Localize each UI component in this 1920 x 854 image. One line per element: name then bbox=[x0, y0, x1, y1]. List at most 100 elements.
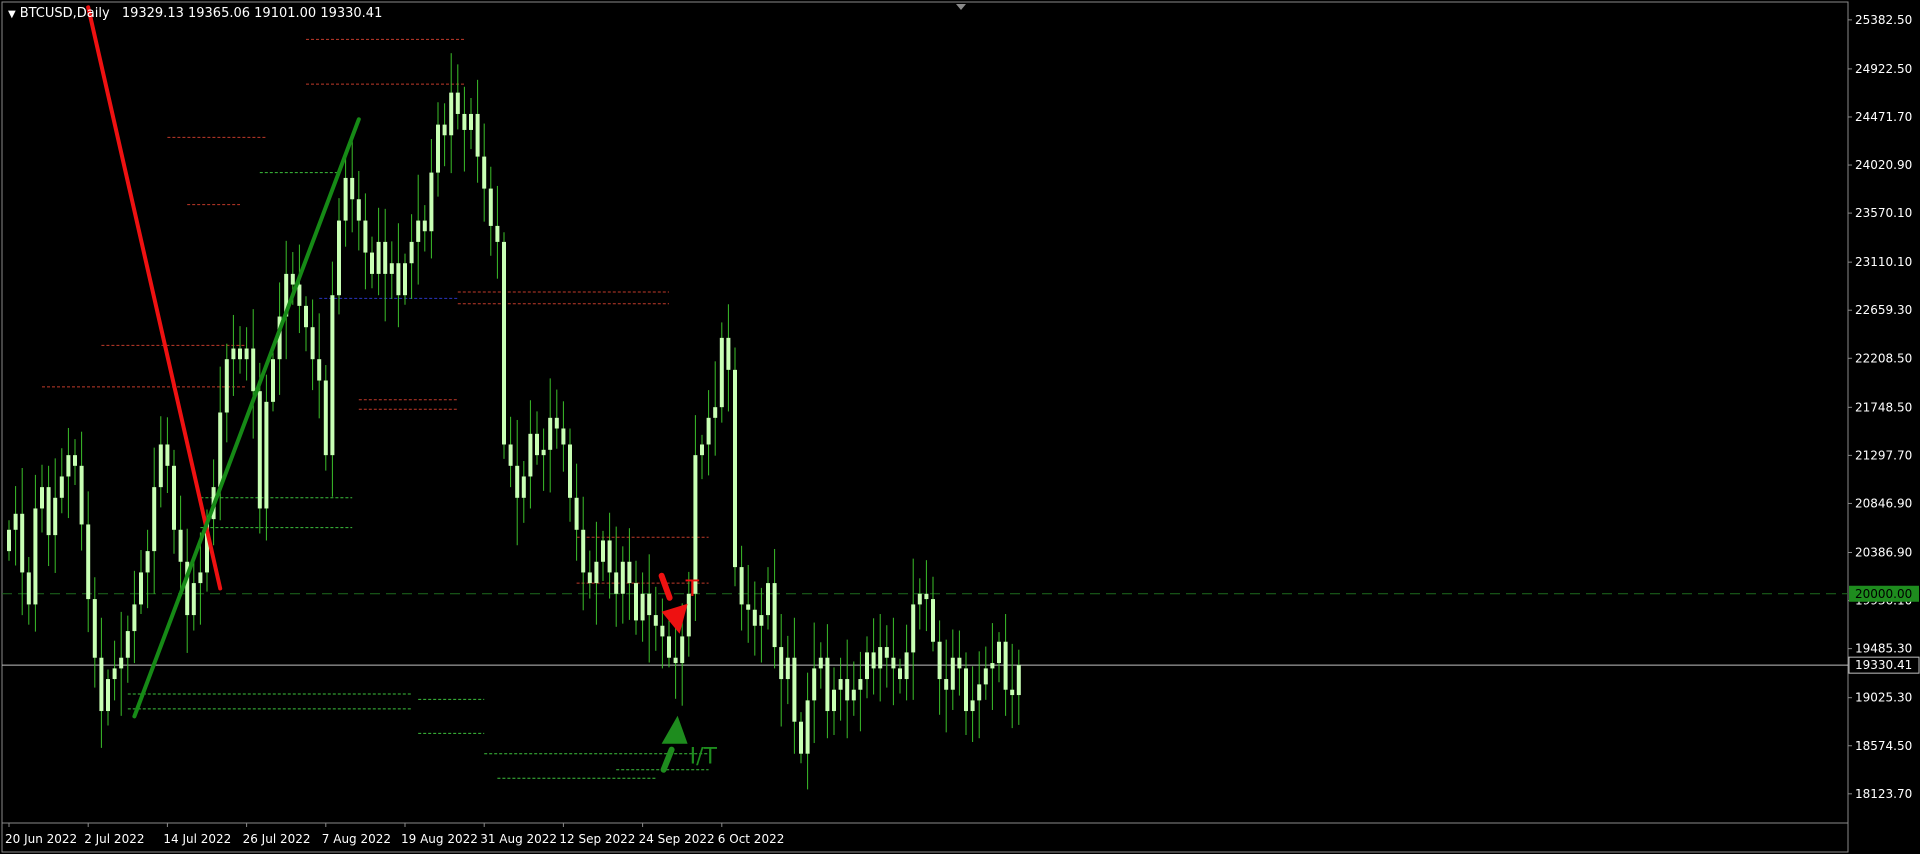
candle-body bbox=[442, 124, 447, 136]
price-tick-label: 23570.10 bbox=[1855, 206, 1912, 220]
price-tick-label: 19485.30 bbox=[1855, 642, 1912, 656]
candle-body bbox=[601, 540, 605, 562]
candle-body bbox=[851, 689, 856, 701]
chart-frame bbox=[1, 1, 1849, 853]
candle-body bbox=[145, 551, 150, 573]
candle-body bbox=[297, 284, 302, 306]
support-resistance-lines bbox=[42, 38, 709, 779]
candle-body bbox=[799, 721, 803, 754]
time-tick-label: 31 Aug 2022 bbox=[480, 832, 557, 846]
candle-body bbox=[739, 567, 744, 605]
candle-body bbox=[647, 593, 652, 616]
candle-body bbox=[964, 668, 968, 712]
candle-body bbox=[977, 684, 982, 701]
candle-body bbox=[667, 636, 671, 658]
time-tick-label: 2 Jul 2022 bbox=[84, 832, 144, 846]
candle-body bbox=[152, 487, 157, 552]
price-tick-label: 20846.90 bbox=[1855, 496, 1912, 510]
candle-body bbox=[257, 391, 262, 509]
candle-body bbox=[403, 263, 407, 296]
candle-body bbox=[746, 604, 751, 610]
candle-body bbox=[66, 455, 71, 477]
signal-label-t: T bbox=[685, 577, 700, 602]
candle-body bbox=[568, 444, 572, 498]
candle-body bbox=[838, 679, 843, 690]
candle-body bbox=[376, 241, 381, 274]
candle-body bbox=[436, 124, 440, 173]
candle-body bbox=[845, 679, 850, 701]
candle-body bbox=[779, 647, 784, 680]
candle-body bbox=[396, 263, 401, 296]
time-tick-label: 14 Jul 2022 bbox=[163, 832, 231, 846]
candle-body bbox=[620, 561, 625, 594]
candle-body bbox=[455, 92, 460, 114]
collapse-triangle-icon[interactable]: ▼ bbox=[8, 9, 16, 20]
ohlc-label: 19329.13 19365.06 19101.00 19330.41 bbox=[121, 6, 383, 21]
candle-body bbox=[990, 663, 995, 669]
shift-marker-icon[interactable] bbox=[956, 4, 966, 10]
candle-body bbox=[422, 220, 427, 232]
candle-body bbox=[502, 241, 506, 445]
candle-body bbox=[304, 305, 308, 328]
candle-body bbox=[132, 604, 137, 632]
time-tick-label: 26 Jul 2022 bbox=[243, 832, 311, 846]
candle-body bbox=[535, 433, 539, 456]
candle-body bbox=[92, 599, 97, 658]
candle-body bbox=[112, 668, 117, 680]
candle-body bbox=[772, 583, 777, 648]
down-arrow-icon bbox=[661, 603, 688, 634]
candle-body bbox=[86, 524, 91, 600]
candle-body bbox=[495, 225, 500, 242]
candle-body bbox=[713, 407, 718, 418]
candle-body bbox=[983, 668, 988, 685]
candle-body bbox=[865, 652, 869, 680]
candle-body bbox=[871, 652, 876, 669]
candle-body bbox=[370, 252, 374, 274]
candle-body bbox=[231, 348, 236, 360]
candle-body bbox=[660, 625, 665, 637]
candle-body bbox=[891, 657, 896, 669]
candle-body bbox=[766, 583, 770, 616]
candle-body bbox=[343, 177, 348, 221]
candle-body bbox=[482, 156, 487, 189]
candle-body bbox=[73, 455, 77, 466]
candle-body bbox=[733, 369, 737, 568]
candle-body bbox=[178, 529, 183, 562]
candle-body bbox=[673, 657, 678, 664]
candle-body bbox=[449, 92, 454, 136]
candle-body bbox=[198, 572, 203, 584]
candle-body bbox=[383, 241, 388, 274]
candle-body bbox=[1003, 641, 1008, 690]
candle-body bbox=[271, 359, 275, 402]
candle-body bbox=[409, 241, 414, 264]
candle-body bbox=[640, 593, 645, 621]
symbol-label: BTCUSD,Daily bbox=[19, 6, 110, 21]
candle-body bbox=[937, 641, 942, 680]
candle-body bbox=[1016, 665, 1021, 696]
candle-body bbox=[515, 465, 520, 498]
candle-body bbox=[970, 700, 975, 712]
candle-body bbox=[614, 572, 619, 594]
candle-body bbox=[832, 689, 836, 712]
price-tick-label: 22208.50 bbox=[1855, 351, 1912, 365]
candle-body bbox=[33, 508, 38, 605]
candle-body bbox=[554, 417, 559, 429]
candle-body bbox=[238, 348, 242, 360]
candle-body bbox=[904, 652, 909, 680]
candle-body bbox=[462, 113, 467, 130]
candle-body bbox=[924, 593, 929, 600]
candle-body bbox=[706, 417, 711, 445]
candle-body bbox=[812, 668, 817, 701]
candle-body bbox=[416, 220, 421, 242]
candle-body bbox=[957, 657, 962, 669]
price-chart[interactable]: T I/T 25382.50 24922.50 24471.70 24020.90 235… bbox=[0, 0, 1920, 854]
price-tick-label: 24471.70 bbox=[1855, 110, 1912, 124]
candle-body bbox=[587, 572, 592, 584]
candle-body bbox=[20, 513, 25, 573]
candle-body bbox=[290, 273, 295, 285]
down-arrow-shaft bbox=[658, 572, 673, 601]
price-tick-label: 21748.50 bbox=[1855, 400, 1912, 414]
candle-body bbox=[158, 444, 163, 488]
candle-body bbox=[488, 188, 493, 226]
candle-body bbox=[785, 657, 790, 680]
